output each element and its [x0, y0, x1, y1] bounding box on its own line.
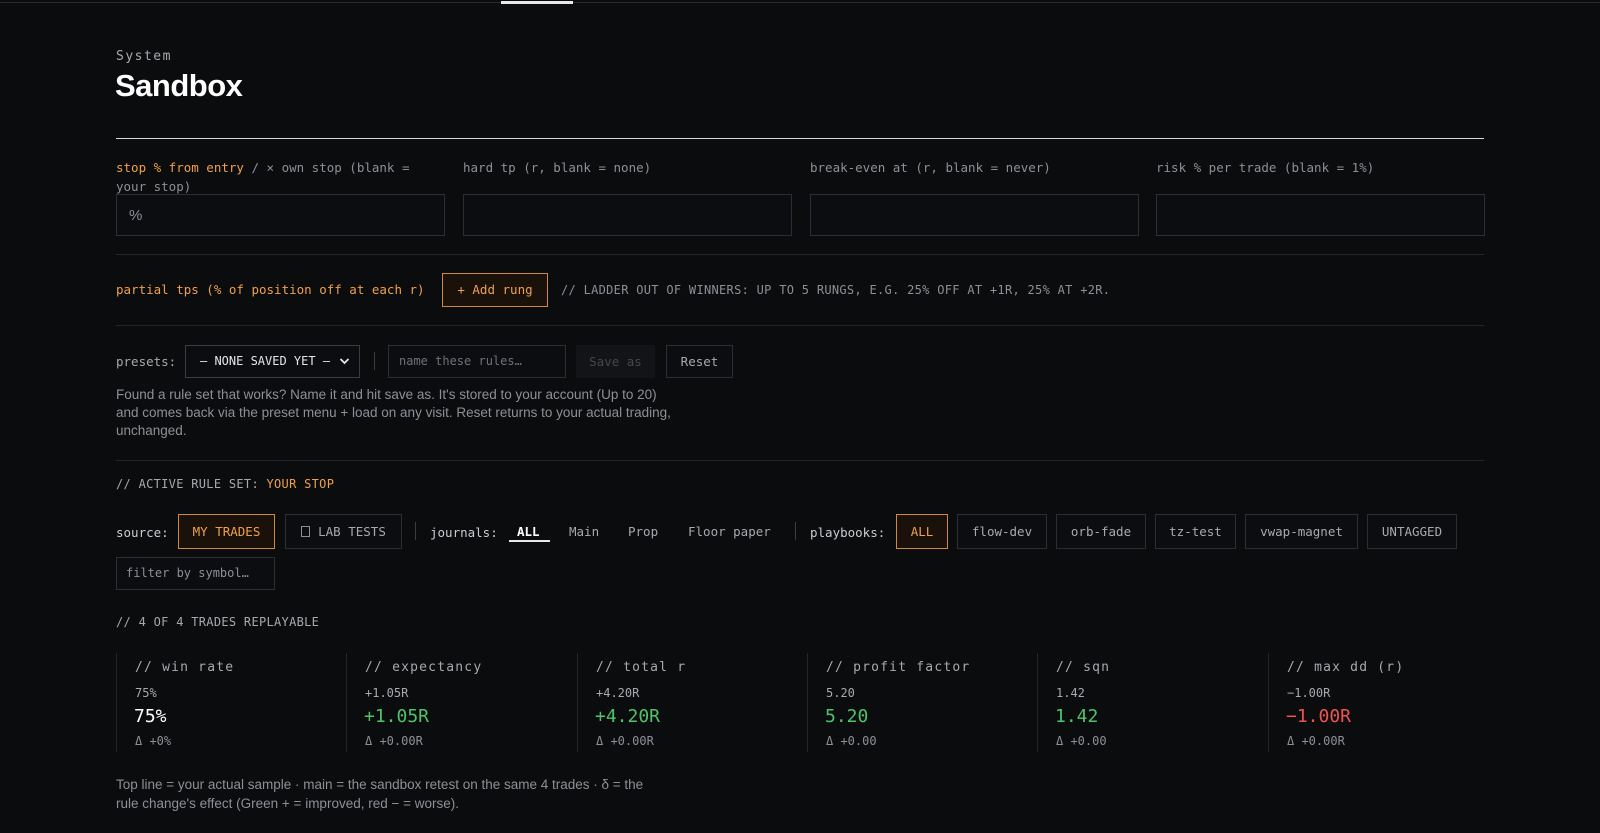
presets-selected-value: — NONE SAVED YET — — [200, 354, 331, 368]
journal-tab-floor-paper[interactable]: Floor paper — [688, 524, 771, 539]
separator — [374, 352, 375, 370]
stat-actual-value: −1.00R — [1287, 686, 1331, 700]
journal-tab-underline — [509, 540, 550, 542]
stat-delta: Δ +0.00 — [1056, 734, 1107, 748]
risk-input[interactable] — [1156, 194, 1485, 236]
save-as-button[interactable]: Save as — [576, 345, 655, 378]
partial-tps-label: partial tps (% of position off at each r… — [116, 282, 425, 297]
stat-delta: Δ +0.00R — [596, 734, 654, 748]
source-my-trades[interactable]: MY TRADES — [178, 514, 275, 549]
stat-actual-value: 5.20 — [826, 686, 855, 700]
stat-card-win-rate: // win rate 75% 75% Δ +0% — [116, 653, 345, 752]
symbol-filter-input[interactable]: filter by symbol… — [116, 557, 275, 590]
active-rule-set: // ACTIVE RULE SET: YOUR STOP — [116, 477, 335, 491]
hard-tp-label: hard tp (r, blank = none) — [463, 160, 652, 175]
book-icon — [301, 526, 311, 537]
chevron-down-icon — [339, 346, 350, 389]
stat-sandbox-value: 75% — [134, 706, 167, 727]
partial-tps-note: // LADDER OUT OF WINNERS: UP TO 5 RUNGS,… — [561, 283, 1111, 297]
stat-delta: Δ +0.00R — [365, 734, 423, 748]
playbook-untagged[interactable]: UNTAGGED — [1367, 514, 1457, 549]
active-rule-set-value: YOUR STOP — [266, 477, 335, 491]
stop-field-label: stop % from entry / × own stop (blank = … — [116, 160, 410, 194]
separator — [415, 522, 416, 540]
stat-actual-value: +1.05R — [365, 686, 409, 700]
stat-label: // expectancy — [365, 660, 483, 675]
break-even-field: break-even at (r, blank = never) — [810, 158, 1139, 236]
playbook-all[interactable]: ALL — [896, 514, 948, 549]
stat-delta: Δ +0% — [135, 734, 172, 748]
journal-tab-prop[interactable]: Prop — [628, 524, 658, 539]
presets-note: Found a rule set that works? Name it and… — [116, 387, 671, 438]
stat-sandbox-value: 1.42 — [1055, 706, 1099, 727]
stat-card-expectancy: // expectancy +1.05R +1.05R Δ +0.00R — [346, 653, 575, 752]
stat-actual-value: 1.42 — [1056, 686, 1085, 700]
journal-tab-all[interactable]: ALL — [517, 524, 540, 539]
replayable-count: // 4 OF 4 TRADES REPLAYABLE — [116, 615, 320, 629]
stat-label: // total r — [596, 660, 687, 675]
playbook-vwap-magnet[interactable]: vwap-magnet — [1245, 514, 1358, 549]
page-eyebrow: System — [116, 49, 172, 64]
stat-label: // sqn — [1056, 660, 1111, 675]
stat-actual-value: 75% — [135, 686, 157, 700]
stat-delta: Δ +0.00R — [1287, 734, 1345, 748]
presets-select[interactable]: — NONE SAVED YET — — [185, 345, 360, 378]
hard-tp-input[interactable] — [463, 194, 792, 236]
top-nav-active-indicator — [501, 1, 573, 4]
source-lab-tests[interactable]: LAB TESTS — [285, 514, 402, 549]
stat-card-profit-factor: // profit factor 5.20 5.20 Δ +0.00 — [807, 653, 1036, 752]
reset-button[interactable]: Reset — [666, 345, 733, 378]
stat-card-max-dd: // max dd (r) −1.00R −1.00R Δ +0.00R — [1268, 653, 1497, 752]
divider — [116, 325, 1484, 326]
stat-card-sqn: // sqn 1.42 1.42 Δ +0.00 — [1037, 653, 1266, 752]
journals-label: journals: — [430, 525, 498, 540]
stat-delta: Δ +0.00 — [826, 734, 877, 748]
stats-footnote: Top line = your actual sample · main = t… — [116, 777, 644, 811]
risk-label: risk % per trade (blank = 1%) — [1156, 160, 1375, 175]
stop-input[interactable]: % — [116, 194, 445, 236]
stat-label: // profit factor — [826, 660, 971, 675]
stat-sandbox-value: 5.20 — [825, 706, 869, 727]
stat-actual-value: +4.20R — [596, 686, 640, 700]
page-title: Sandbox — [115, 68, 243, 103]
hard-tp-field: hard tp (r, blank = none) — [463, 158, 792, 236]
presets-label: presets: — [116, 354, 177, 369]
top-nav-line — [0, 2, 1600, 3]
playbooks-label: playbooks: — [810, 525, 886, 540]
playbook-tz-test[interactable]: tz-test — [1155, 514, 1236, 549]
break-even-input[interactable] — [810, 194, 1139, 236]
divider — [116, 254, 1484, 255]
playbook-orb-fade[interactable]: orb-fade — [1056, 514, 1146, 549]
playbook-flow-dev[interactable]: flow-dev — [957, 514, 1047, 549]
add-rung-button[interactable]: + Add rung — [442, 273, 548, 307]
stat-sandbox-value: +4.20R — [595, 706, 661, 727]
stop-field: stop % from entry / × own stop (blank = … — [116, 158, 445, 236]
separator — [795, 522, 796, 540]
break-even-label: break-even at (r, blank = never) — [810, 160, 1051, 175]
divider — [116, 460, 1484, 461]
risk-field: risk % per trade (blank = 1%) — [1156, 158, 1485, 236]
stat-sandbox-value: −1.00R — [1286, 706, 1352, 727]
stat-sandbox-value: +1.05R — [364, 706, 430, 727]
source-label: source: — [116, 525, 169, 540]
stat-label: // win rate — [135, 660, 235, 675]
title-divider — [116, 138, 1484, 139]
stat-label: // max dd (r) — [1287, 660, 1405, 675]
stat-card-total-r: // total r +4.20R +4.20R Δ +0.00R — [577, 653, 806, 752]
journal-tab-main[interactable]: Main — [569, 524, 599, 539]
preset-name-input[interactable]: name these rules… — [388, 345, 566, 378]
